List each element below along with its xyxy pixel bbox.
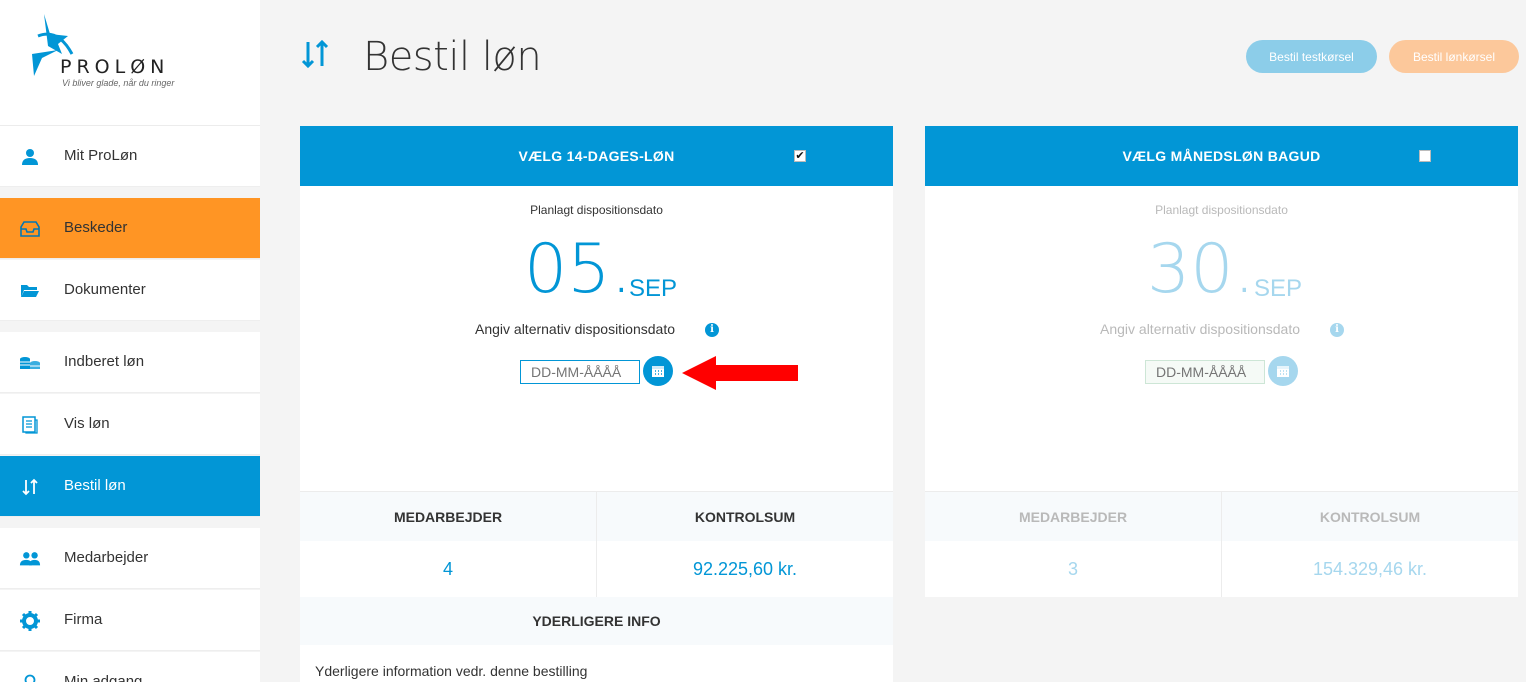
logo-area[interactable]: PROLØN Vi bliver glade, når du ringer (0, 0, 260, 126)
select-manedslon-checkbox[interactable] (1419, 150, 1431, 162)
sidebar-item-label: Medarbejder (64, 549, 149, 566)
select-14-dages-checkbox[interactable]: ✔ (794, 150, 806, 162)
sidebar-item-indberet-lon[interactable]: Indberet løn (0, 332, 260, 393)
gear-icon (19, 610, 41, 632)
kontrolsum-value: 154.329,46 kr. (1312, 558, 1428, 579)
card-manedslon-bagud: VÆLG MÅNEDSLØN BAGUD Planlagt dispositio… (925, 126, 1518, 597)
sidebar-item-medarbejder[interactable]: Medarbejder (0, 528, 260, 589)
bestil-testkorsel-button[interactable]: Bestil testkørsel (1246, 40, 1377, 73)
inbox-icon (19, 218, 41, 240)
red-arrow-annotation (682, 356, 798, 390)
key-icon (19, 672, 41, 682)
user-icon (19, 146, 41, 168)
sidebar-item-label: Firma (64, 611, 103, 628)
folder-icon (19, 280, 41, 302)
sidebar-item-firma[interactable]: Firma (0, 590, 260, 651)
medarbejder-value: 4 (442, 558, 453, 579)
sidebar-item-mit-prolon[interactable]: Mit ProLøn (0, 126, 260, 187)
card-title: VÆLG MÅNEDSLØN BAGUD (1122, 148, 1321, 164)
sidebar-item-bestil-lon[interactable]: Bestil løn (0, 456, 260, 517)
column-divider (596, 491, 597, 597)
page-title: Bestil løn (363, 34, 542, 80)
alt-date-label: Angiv alternativ dispositionsdato (475, 321, 676, 337)
kontrolsum-header: KONTROLSUM (1319, 509, 1421, 525)
medarbejder-header: MEDARBEJDER (1018, 509, 1128, 525)
sort-arrows-icon (19, 476, 41, 498)
planned-day: 30. (1147, 230, 1256, 309)
sidebar-item-vis-lon[interactable]: Vis løn (0, 394, 260, 455)
sidebar-item-label: Vis løn (64, 415, 110, 432)
sidebar-item-beskeder[interactable]: Beskeder (0, 198, 260, 259)
info-icon[interactable]: i (1330, 323, 1344, 337)
logo-wordmark: PROLØN (60, 56, 170, 78)
planned-month: SEP (629, 275, 678, 302)
sidebar-item-min-adgang[interactable]: Min adgang (0, 652, 260, 682)
card-title: VÆLG 14-DAGES-LØN (518, 148, 675, 164)
yderligere-info-text: Yderligere information vedr. denne besti… (315, 663, 588, 679)
card-14-dages-lon: VÆLG 14-DAGES-LØN ✔ Planlagt disposition… (300, 126, 893, 682)
logo-tagline: Vi bliver glade, når du ringer (62, 78, 175, 88)
sidebar-item-label: Min adgang (64, 673, 143, 682)
yderligere-info-header: YDERLIGERE INFO (300, 597, 893, 645)
calendar-button[interactable] (643, 356, 673, 386)
users-icon (19, 548, 41, 570)
coins-icon (19, 352, 41, 374)
medarbejder-header: MEDARBEJDER (393, 509, 503, 525)
calendar-icon (652, 366, 664, 377)
document-icon (19, 414, 41, 436)
planned-date-label: Planlagt dispositionsdato (1155, 203, 1288, 217)
kontrolsum-header: KONTROLSUM (694, 509, 796, 525)
bestil-lonkorsel-button[interactable]: Bestil lønkørsel (1389, 40, 1519, 73)
sidebar: PROLØN Vi bliver glade, når du ringer Mi… (0, 0, 260, 682)
medarbejder-value: 3 (1067, 558, 1078, 579)
sidebar-item-label: Indberet løn (64, 353, 145, 370)
sidebar-item-label: Dokumenter (64, 281, 146, 298)
alt-date-input[interactable] (1145, 360, 1265, 384)
planned-date-label: Planlagt dispositionsdato (530, 203, 663, 217)
sidebar-item-dokumenter[interactable]: Dokumenter (0, 260, 260, 321)
info-icon[interactable]: i (705, 323, 719, 337)
alt-date-label: Angiv alternativ dispositionsdato (1100, 321, 1301, 337)
column-divider (1221, 491, 1222, 597)
sidebar-item-label: Beskeder (64, 219, 128, 236)
calendar-button[interactable] (1268, 356, 1298, 386)
alt-date-input[interactable] (520, 360, 640, 384)
sidebar-item-label: Mit ProLøn (64, 147, 138, 164)
calendar-icon (1277, 366, 1289, 377)
sort-arrows-icon (301, 39, 329, 69)
planned-day: 05. (524, 230, 633, 309)
planned-month: SEP (1254, 275, 1303, 302)
sidebar-item-label: Bestil løn (64, 477, 126, 494)
kontrolsum-value: 92.225,60 kr. (692, 558, 798, 579)
